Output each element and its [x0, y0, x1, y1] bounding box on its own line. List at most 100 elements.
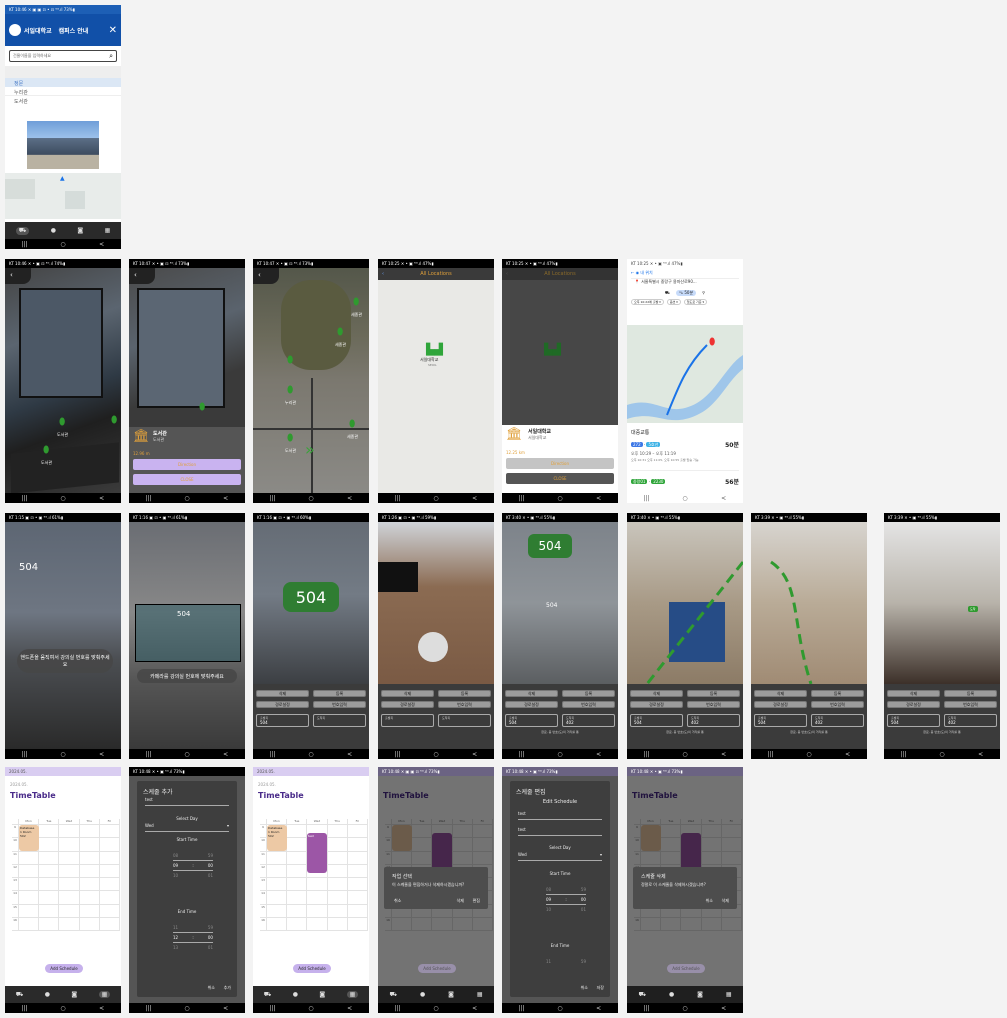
grid-cell[interactable]: [39, 838, 60, 852]
delete-button[interactable]: 삭제: [505, 690, 558, 697]
register-button[interactable]: 등록: [562, 690, 615, 697]
grid-cell[interactable]: [287, 864, 308, 878]
grid-cell[interactable]: [59, 904, 80, 918]
grid-cell[interactable]: [59, 864, 80, 878]
compass-icon[interactable]: ●: [669, 991, 674, 998]
close-button[interactable]: CLOSE: [506, 473, 614, 484]
calendar-icon[interactable]: ▦: [726, 991, 732, 998]
grid-cell[interactable]: [327, 838, 348, 852]
cancel-button[interactable]: 취소: [706, 898, 713, 904]
options-chip[interactable]: 옵션 ▾: [666, 298, 681, 305]
origin-field[interactable]: ← ◉ 내 위치: [631, 270, 739, 279]
back-button[interactable]: ‹: [253, 268, 279, 284]
map-pin-icon[interactable]: ⬮: [353, 298, 359, 308]
destination-field[interactable]: 도착지 402: [687, 714, 740, 727]
grid-cell[interactable]: [19, 878, 40, 892]
depart-time-chip[interactable]: 오후 10:22에 출발 ▾: [631, 298, 664, 305]
grid-cell[interactable]: [39, 851, 60, 865]
grid-cell[interactable]: [327, 904, 348, 918]
register-button[interactable]: 등록: [438, 690, 491, 697]
route-option[interactable]: 272 · 5호선 50분: [631, 440, 739, 449]
start-time-picker[interactable]: 08 59 09:00 10 01: [546, 885, 586, 914]
start-field[interactable]: 출발지: [381, 714, 434, 727]
compass-icon[interactable]: ●: [293, 991, 298, 998]
calendar-icon[interactable]: ▦: [105, 227, 111, 234]
map-pin-icon[interactable]: ⬮: [199, 403, 205, 413]
grid-cell[interactable]: [267, 917, 288, 931]
delete-button[interactable]: 삭제: [887, 690, 940, 697]
grid-cell[interactable]: [59, 891, 80, 905]
path-setting-button[interactable]: 경로설정: [381, 701, 434, 708]
add-schedule-button[interactable]: Add Schedule: [45, 964, 83, 973]
grid-cell[interactable]: [347, 904, 368, 918]
register-button[interactable]: 등록: [944, 690, 997, 697]
event-block[interactable]: test: [307, 833, 327, 873]
grid-cell[interactable]: [19, 891, 40, 905]
transit-mode[interactable]: ⛍ 50분: [675, 289, 697, 296]
search-icon[interactable]: ⌕: [109, 52, 113, 61]
grid-cell[interactable]: [267, 851, 288, 865]
close-button[interactable]: CLOSE: [133, 474, 241, 485]
building-icon[interactable]: ▙▟: [426, 343, 443, 356]
walk-icon[interactable]: ⚲: [702, 290, 705, 295]
cancel-button[interactable]: 취소: [394, 898, 401, 904]
delete-button[interactable]: 삭제: [630, 690, 683, 697]
map-pin-icon[interactable]: ⬮: [349, 420, 355, 430]
grid-cell[interactable]: [347, 878, 368, 892]
path-setting-button[interactable]: 경로설정: [754, 701, 807, 708]
grid-cell[interactable]: [19, 851, 40, 865]
grid-cell[interactable]: [59, 917, 80, 931]
path-setting-button[interactable]: 경로설정: [256, 701, 309, 708]
grid-cell[interactable]: [59, 825, 80, 839]
grid-cell[interactable]: [347, 851, 368, 865]
camera-icon[interactable]: ◙: [71, 991, 77, 998]
grid-cell[interactable]: [19, 917, 40, 931]
back-button[interactable]: ‹: [5, 268, 31, 284]
day-select[interactable]: Wed ▾: [145, 823, 229, 832]
start-field[interactable]: 출발지 504: [630, 714, 683, 727]
grid-cell[interactable]: [39, 864, 60, 878]
delete-button[interactable]: 삭제: [256, 690, 309, 697]
grid-cell[interactable]: [19, 904, 40, 918]
grid-cell[interactable]: [327, 878, 348, 892]
calendar-icon[interactable]: ▦: [477, 991, 483, 998]
start-field[interactable]: 출발지 504: [505, 714, 558, 727]
grid-cell[interactable]: [347, 864, 368, 878]
route-option[interactable]: 중랑01 · 2230 56분: [631, 470, 739, 486]
start-time-picker[interactable]: 08 59 09:00 10 01: [173, 851, 213, 880]
grid-cell[interactable]: [307, 904, 328, 918]
grid-cell[interactable]: [267, 904, 288, 918]
grid-cell[interactable]: [287, 917, 308, 931]
grid-cell[interactable]: [59, 878, 80, 892]
number-input-button[interactable]: 번호입력: [313, 701, 366, 708]
grid-cell[interactable]: [39, 878, 60, 892]
grid-cell[interactable]: [287, 878, 308, 892]
map-icon[interactable]: ⛟: [638, 991, 646, 999]
grid-cell[interactable]: [267, 878, 288, 892]
back-button[interactable]: <: [92, 241, 112, 248]
grid-cell[interactable]: [99, 864, 120, 878]
grid-cell[interactable]: [287, 904, 308, 918]
grid-cell[interactable]: [287, 838, 308, 852]
grid-cell[interactable]: [99, 917, 120, 931]
calendar-icon[interactable]: ▦: [346, 991, 359, 998]
number-input-button[interactable]: 번호입력: [944, 701, 997, 708]
grid-cell[interactable]: [39, 825, 60, 839]
grid-cell[interactable]: [327, 864, 348, 878]
grid-cell[interactable]: [79, 891, 100, 905]
event-block[interactable]: Database 1 Room 502: [267, 825, 287, 851]
delete-button[interactable]: 삭제: [754, 690, 807, 697]
add-schedule-button[interactable]: Add Schedule: [293, 964, 331, 973]
compass-icon[interactable]: ●: [51, 227, 56, 234]
grid-cell[interactable]: [307, 891, 328, 905]
grid-cell[interactable]: [99, 825, 120, 839]
register-button[interactable]: 등록: [811, 690, 864, 697]
map-pin-icon[interactable]: ⬮: [287, 434, 293, 444]
room-input[interactable]: test: [518, 827, 602, 836]
destination-field[interactable]: 도착지 402: [811, 714, 864, 727]
cancel-button[interactable]: 취소: [581, 985, 588, 991]
grid-cell[interactable]: [287, 851, 308, 865]
number-input-button[interactable]: 번호입력: [438, 701, 491, 708]
map-pin-icon[interactable]: ⬮: [287, 356, 293, 366]
save-button[interactable]: 저장: [597, 985, 604, 991]
